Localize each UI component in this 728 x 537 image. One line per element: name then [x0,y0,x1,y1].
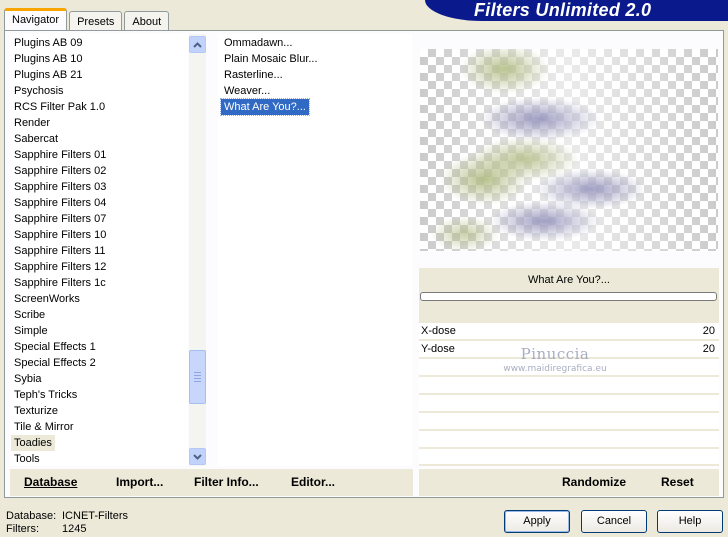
category-item[interactable]: Plugins AB 09 [11,35,86,51]
app-title: Filters Unlimited 2.0 [474,0,652,20]
category-item[interactable]: Scribe [11,307,48,323]
filter-item[interactable]: Plain Mosaic Blur... [221,51,321,67]
category-item[interactable]: Sapphire Filters 07 [11,211,109,227]
category-item[interactable]: Render [11,115,53,131]
category-item[interactable]: RCS Filter Pak 1.0 [11,99,108,115]
tab-navigator[interactable]: Navigator [4,8,68,30]
category-item[interactable]: Sabercat [11,131,61,147]
scroll-up-button[interactable] [189,36,206,53]
param-row-empty [419,449,719,465]
category-item[interactable]: Plugins AB 10 [11,51,86,67]
filter-item[interactable]: Weaver... [221,83,273,99]
category-item[interactable]: Toadies [11,435,55,451]
category-item[interactable]: Tile & Mirror [11,419,76,435]
apply-button[interactable]: Apply [504,510,570,533]
param-row-empty [419,413,719,430]
param-row-x-dose[interactable]: X-dose 20 [419,323,719,340]
status-database-value: ICNET-Filters [62,510,128,522]
current-filter-title: What Are You?... [528,274,610,286]
filter-item[interactable]: What Are You?... [220,98,310,116]
category-item[interactable]: Sybia [11,371,45,387]
category-item[interactable]: Psychosis [11,83,67,99]
category-item[interactable]: Sapphire Filters 11 [11,243,109,259]
param-row-empty [419,377,719,394]
param-row-empty [419,395,719,412]
tab-about[interactable]: About [124,11,170,30]
category-item[interactable]: Plugins AB 21 [11,67,86,83]
category-item[interactable]: Sapphire Filters 04 [11,195,109,211]
filter-info-button[interactable]: Filter Info... [194,474,259,490]
category-item[interactable]: Sapphire Filters 01 [11,147,109,163]
category-item[interactable]: Sapphire Filters 10 [11,227,109,243]
category-item[interactable]: Sapphire Filters 12 [11,259,109,275]
param-value[interactable]: 20 [703,342,715,356]
category-item[interactable]: Tools [11,451,43,466]
param-label: Y-dose [421,343,455,355]
category-scrollbar[interactable] [189,34,206,466]
progress-bar [420,292,717,301]
triangle-down-icon [193,453,202,460]
import-button[interactable]: Import... [116,474,163,490]
param-row-empty [419,359,719,376]
randomize-button[interactable]: Randomize [562,474,626,490]
status-database: Database: ICNET-Filters [6,510,128,523]
cancel-button[interactable]: Cancel [581,510,647,533]
database-button[interactable]: Database [24,474,77,490]
status-database-label: Database: [6,510,57,522]
filter-item[interactable]: Ommadawn... [221,35,295,51]
tab-presets[interactable]: Presets [69,11,123,30]
reset-button[interactable]: Reset [661,474,694,490]
scroll-down-button[interactable] [189,448,206,465]
category-item[interactable]: Special Effects 1 [11,339,99,355]
category-item[interactable]: Sapphire Filters 03 [11,179,109,195]
category-item[interactable]: Special Effects 2 [11,355,99,371]
filter-item[interactable]: Rasterline... [221,67,286,83]
triangle-up-icon [193,41,202,48]
editor-button[interactable]: Editor... [291,474,335,490]
category-item[interactable]: ScreenWorks [11,291,83,307]
category-item[interactable]: Simple [11,323,51,339]
scroll-thumb[interactable] [189,350,206,404]
param-row-empty [419,431,719,448]
tab-bar: Navigator Presets About [4,8,171,30]
filter-list[interactable]: Ommadawn... Plain Mosaic Blur... Rasterlin… [218,34,412,466]
category-item[interactable]: Texturize [11,403,61,419]
category-list[interactable]: Plugins AB 09 Plugins AB 10 Plugins AB 21 P… [10,34,188,466]
category-item[interactable]: Sapphire Filters 02 [11,163,109,179]
param-value[interactable]: 20 [703,324,715,338]
preview-art [420,49,718,251]
status-filters: Filters: 1245 [6,523,86,536]
preview-image [420,49,718,251]
status-filters-value: 1245 [62,523,87,535]
category-item[interactable]: Teph's Tricks [11,387,80,403]
param-label: X-dose [421,325,456,337]
param-row-y-dose[interactable]: Y-dose 20 [419,341,719,358]
category-item[interactable]: Sapphire Filters 1c [11,275,109,291]
help-button[interactable]: Help [657,510,723,533]
status-filters-label: Filters: [6,523,39,535]
